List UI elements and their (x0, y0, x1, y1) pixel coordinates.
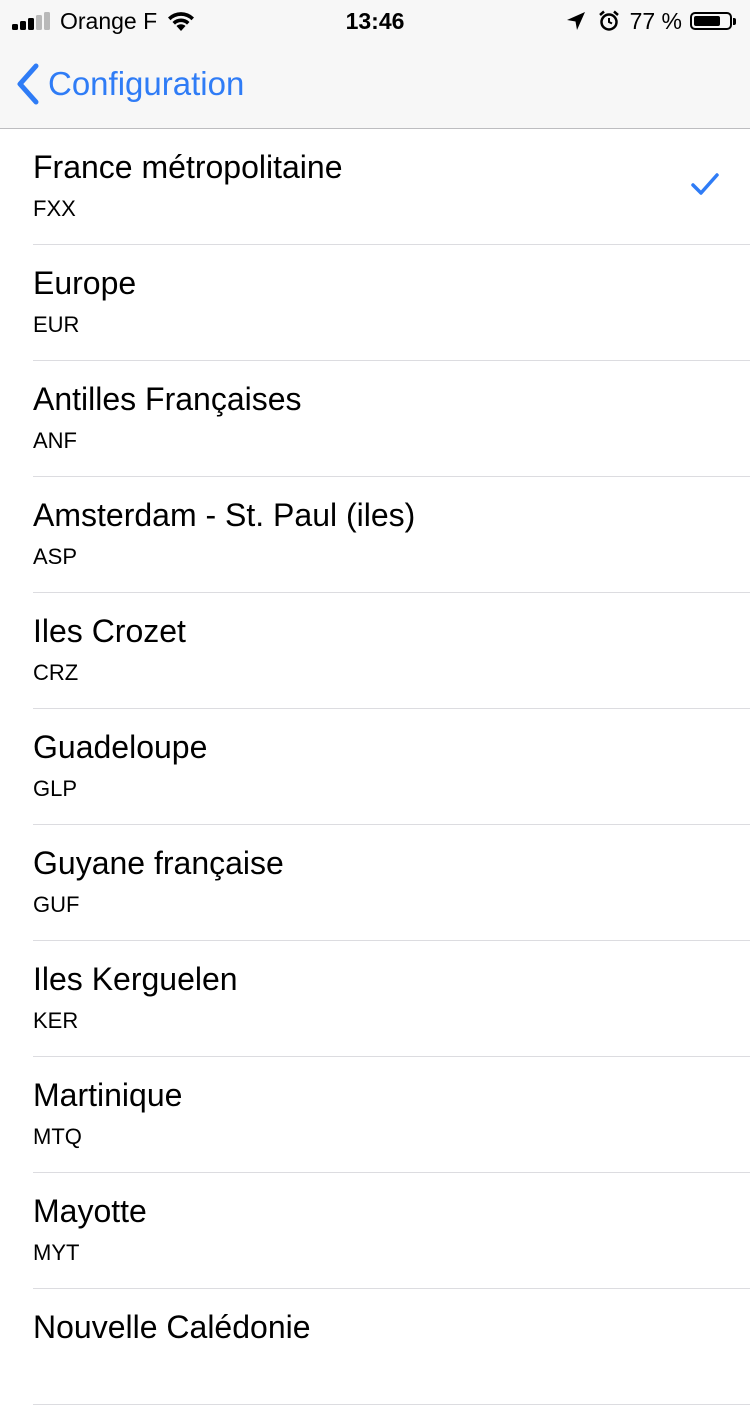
region-name: Guadeloupe (33, 729, 208, 765)
region-name: Mayotte (33, 1193, 147, 1229)
region-code: EUR (33, 312, 80, 337)
region-name: Nouvelle Calédonie (33, 1309, 311, 1345)
region-name: Iles Kerguelen (33, 961, 238, 997)
region-code: MYT (33, 1240, 80, 1265)
region-code: GLP (33, 776, 78, 801)
navigation-bar: Configuration (0, 40, 750, 129)
list-item[interactable]: Iles Crozet CRZ (33, 593, 750, 709)
list-item[interactable]: Antilles Françaises ANF (33, 361, 750, 477)
battery-tip (733, 17, 736, 25)
back-button-label: Configuration (48, 65, 245, 102)
battery-icon (690, 12, 732, 30)
region-name: Iles Crozet (33, 613, 186, 649)
region-code: FXX (33, 196, 76, 221)
region-list: France métropolitaine FXX Europe EUR Ant… (0, 129, 750, 1405)
list-item[interactable]: Amsterdam - St. Paul (iles) ASP (33, 477, 750, 593)
region-name: Antilles Françaises (33, 381, 302, 417)
region-name: France métropolitaine (33, 149, 343, 185)
list-item[interactable]: Mayotte MYT (33, 1173, 750, 1289)
list-item[interactable]: Martinique MTQ (33, 1057, 750, 1173)
battery-level-fill (694, 16, 721, 26)
region-code: CRZ (33, 660, 79, 685)
list-item[interactable]: Nouvelle Calédonie (33, 1289, 750, 1405)
status-right: 77 % (566, 6, 736, 36)
region-name: Martinique (33, 1077, 183, 1113)
back-button[interactable]: Configuration (16, 62, 244, 106)
list-item[interactable]: France métropolitaine FXX (33, 129, 750, 245)
chevron-left-icon (17, 63, 39, 105)
region-name: Amsterdam - St. Paul (iles) (33, 497, 416, 533)
region-name: Guyane française (33, 845, 284, 881)
region-name: Europe (33, 265, 137, 301)
alarm-clock-icon (598, 10, 619, 31)
region-code: ANF (33, 428, 77, 453)
list-item[interactable]: Guyane française GUF (33, 825, 750, 941)
checkmark-icon (691, 173, 719, 195)
list-item[interactable]: Guadeloupe GLP (33, 709, 750, 825)
battery-percent: 77 % (629, 7, 682, 34)
status-bar: Orange F 13:46 77 % (0, 0, 750, 40)
list-item[interactable]: Europe EUR (33, 245, 750, 361)
region-code: GUF (33, 892, 80, 917)
list-item[interactable]: Iles Kerguelen KER (33, 941, 750, 1057)
region-code: ASP (33, 544, 78, 569)
location-arrow-icon (566, 12, 585, 30)
region-code: KER (33, 1008, 79, 1033)
region-code: MTQ (33, 1124, 82, 1149)
